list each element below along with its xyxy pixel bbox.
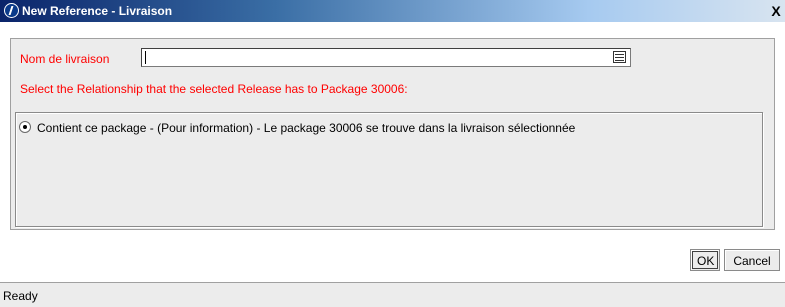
status-bar: Ready [0,282,785,307]
window-title: New Reference - Livraison [22,4,173,18]
cancel-button[interactable]: Cancel [724,249,780,271]
hp-logo-icon [4,3,19,18]
status-text: Ready [3,289,38,303]
release-name-input[interactable] [141,48,631,67]
relationship-instruction: Select the Relationship that the selecte… [20,82,408,96]
ok-button[interactable]: OK [690,249,720,271]
relationship-radio-label[interactable]: Contient ce package - (Pour information)… [37,121,575,135]
dialog-window: New Reference - Livraison X Nom de livra… [0,0,785,307]
title-bar[interactable]: New Reference - Livraison X [0,0,785,22]
relationship-radio-contains[interactable] [19,121,31,133]
text-cursor [145,51,146,64]
release-name-label: Nom de livraison [20,52,110,66]
close-button[interactable]: X [769,4,783,18]
lookup-list-icon[interactable] [613,51,626,63]
